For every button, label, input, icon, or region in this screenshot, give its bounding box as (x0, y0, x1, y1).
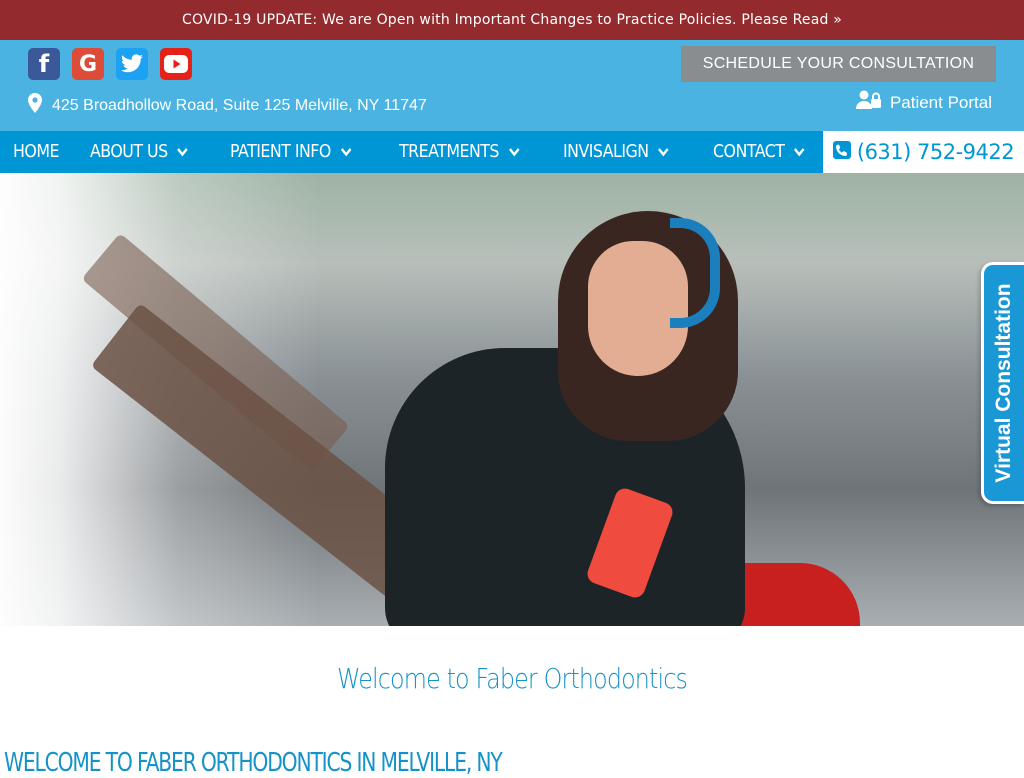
social-links: f G (28, 48, 192, 80)
chevron-down-icon (340, 148, 352, 157)
nav-item-patient-info[interactable]: PATIENT INFO (230, 131, 352, 173)
nav-item-label: HOME (13, 141, 59, 162)
nav-item-treatments[interactable]: TREATMENTS (399, 131, 520, 173)
welcome-title: Welcome to Faber Orthodontics (336, 662, 688, 695)
chevron-down-icon (658, 148, 669, 157)
chevron-down-icon (177, 148, 188, 157)
nav-item-about-us[interactable]: ABOUT US (90, 131, 189, 173)
map-marker-icon (28, 93, 42, 118)
phone-number-link[interactable]: (631) 752-9422 (823, 131, 1024, 173)
patient-portal-label: Patient Portal (889, 92, 992, 112)
nav-item-label: ABOUT US (90, 141, 168, 162)
nav-item-label: INVISALIGN (563, 141, 649, 162)
phone-number-text: (631) 752-9422 (856, 140, 1015, 164)
google-icon[interactable]: G (72, 48, 104, 80)
patient-portal-link[interactable]: Patient Portal (855, 90, 992, 115)
nav-item-home[interactable]: HOME (13, 131, 59, 173)
virtual-consultation-tab[interactable]: Virtual Consultation (981, 262, 1024, 504)
nav-item-label: TREATMENTS (399, 141, 499, 162)
hero-image (0, 173, 1024, 626)
chevron-down-icon (508, 148, 520, 157)
schedule-consultation-button[interactable]: SCHEDULE YOUR CONSULTATION (681, 46, 996, 82)
address-text: 425 Broadhollow Road, Suite 125 Melville… (52, 96, 427, 114)
nav-item-contact[interactable]: CONTACT (713, 131, 806, 173)
practice-address: 425 Broadhollow Road, Suite 125 Melville… (28, 93, 427, 118)
facebook-icon[interactable]: f (28, 48, 60, 80)
chevron-down-icon (794, 148, 805, 157)
nav-item-label: CONTACT (713, 141, 785, 162)
welcome-heading: WELCOME TO FABER ORTHODONTICS IN MELVILL… (4, 748, 503, 778)
phone-icon (832, 140, 851, 164)
twitter-icon[interactable] (116, 48, 148, 80)
nav-item-label: PATIENT INFO (230, 141, 331, 162)
main-navigation: HOME ABOUT US PATIENT INFO TREATMENTS IN… (0, 131, 1024, 173)
covid-update-banner[interactable]: COVID-19 UPDATE: We are Open with Import… (0, 0, 1024, 40)
virtual-consultation-label: Virtual Consultation (992, 283, 1015, 483)
youtube-icon[interactable] (160, 48, 192, 80)
user-lock-icon (855, 90, 882, 115)
header-top-bar: f G 425 Broadhollow Road, Suite 125 Melv… (0, 40, 1024, 131)
nav-item-invisalign[interactable]: INVISALIGN (563, 131, 670, 173)
